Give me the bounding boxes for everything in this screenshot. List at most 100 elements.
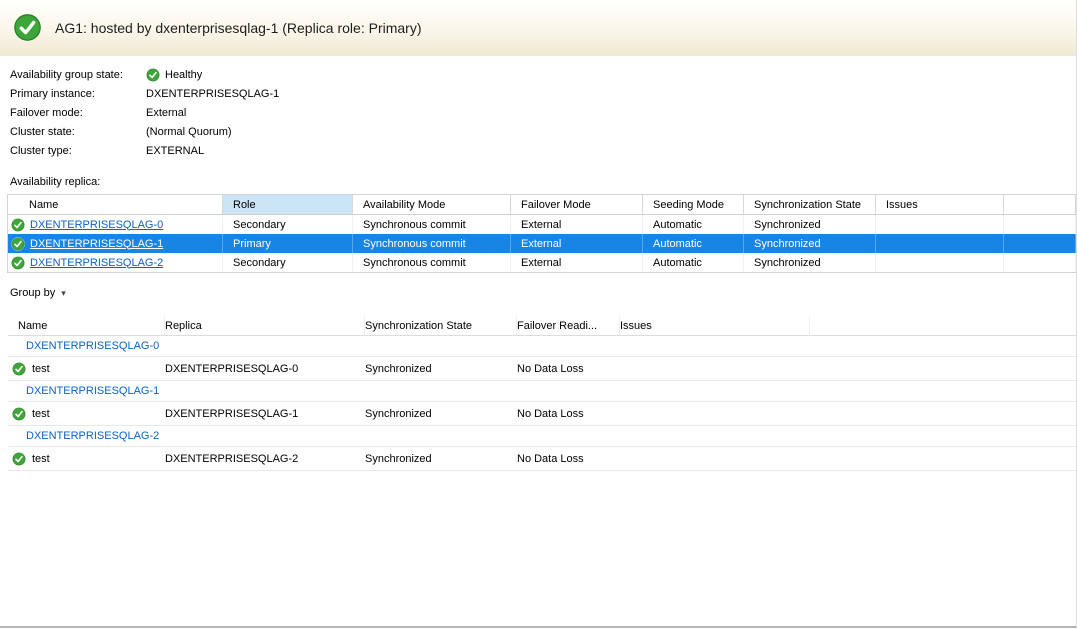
replica-name-link[interactable]: DXENTERPRISESQLAG-2	[30, 257, 163, 269]
synchronization-state-cell: Synchronized	[365, 447, 517, 471]
seeding-mode-cell: Automatic	[643, 215, 744, 234]
database-name: test	[32, 408, 50, 420]
column-header-name[interactable]: Name	[8, 316, 165, 336]
summary-panel: Availability group state: Healthy Primar…	[0, 56, 1076, 160]
group-by-label: Group by	[10, 287, 55, 299]
filler-cell	[810, 447, 1076, 471]
filler-cell	[810, 357, 1076, 381]
replica-table: Name Role Availability Mode Failover Mod…	[7, 194, 1076, 273]
summary-label: Cluster type:	[10, 145, 146, 157]
role-cell: Secondary	[223, 215, 353, 234]
column-header-seeding-mode[interactable]: Seeding Mode	[643, 195, 744, 215]
filler-cell	[1004, 253, 1076, 272]
summary-row: Failover mode: External	[10, 103, 1076, 122]
replica-cell: DXENTERPRISESQLAG-0	[165, 357, 365, 381]
table-row[interactable]: DXENTERPRISESQLAG-0 Secondary Synchronou…	[8, 215, 1076, 234]
healthy-check-icon	[11, 237, 25, 251]
filler-cell	[810, 402, 1076, 426]
column-header-synchronization-state[interactable]: Synchronization State	[744, 195, 876, 215]
failover-readiness-cell: No Data Loss	[517, 357, 620, 381]
database-table: Name Replica Synchronization State Failo…	[8, 316, 1076, 471]
healthy-status-icon	[13, 13, 42, 42]
column-header-issues[interactable]: Issues	[620, 316, 810, 336]
dashboard-header: AG1: hosted by dxenterprisesqlag-1 (Repl…	[0, 0, 1076, 56]
issues-cell	[620, 402, 810, 426]
synchronization-state-cell: Synchronized	[365, 357, 517, 381]
summary-value: (Normal Quorum)	[146, 126, 232, 138]
group-header[interactable]: DXENTERPRISESQLAG-2	[8, 426, 1076, 447]
column-header-filler	[1004, 195, 1076, 215]
availability-mode-cell: Synchronous commit	[353, 253, 511, 272]
summary-value: External	[146, 107, 186, 119]
column-header-failover-mode[interactable]: Failover Mode	[511, 195, 643, 215]
healthy-check-icon	[12, 362, 26, 376]
healthy-check-icon	[11, 256, 25, 270]
database-name: test	[32, 363, 50, 375]
replica-name-link[interactable]: DXENTERPRISESQLAG-0	[30, 219, 163, 231]
summary-value: EXTERNAL	[146, 145, 204, 157]
table-row[interactable]: test DXENTERPRISESQLAG-1 Synchronized No…	[8, 402, 1076, 426]
failover-mode-cell: External	[511, 253, 643, 272]
role-cell: Secondary	[223, 253, 353, 272]
page-title: AG1: hosted by dxenterprisesqlag-1 (Repl…	[55, 20, 422, 36]
replica-cell: DXENTERPRISESQLAG-1	[165, 402, 365, 426]
issues-cell	[620, 357, 810, 381]
summary-value: Healthy	[165, 69, 202, 81]
synchronization-state-cell: Synchronized	[365, 402, 517, 426]
column-header-role[interactable]: Role	[223, 195, 353, 215]
healthy-check-icon	[146, 68, 160, 82]
summary-label: Primary instance:	[10, 88, 146, 100]
column-header-synchronization-state[interactable]: Synchronization State	[365, 316, 517, 336]
seeding-mode-cell: Automatic	[643, 234, 744, 253]
summary-value: DXENTERPRISESQLAG-1	[146, 88, 279, 100]
issues-cell	[620, 447, 810, 471]
issues-cell	[876, 234, 1004, 253]
issues-cell	[876, 253, 1004, 272]
failover-mode-cell: External	[511, 215, 643, 234]
failover-readiness-cell: No Data Loss	[517, 447, 620, 471]
availability-mode-cell: Synchronous commit	[353, 215, 511, 234]
table-row-selected[interactable]: DXENTERPRISESQLAG-1 Primary Synchronous …	[8, 234, 1076, 253]
group-by-dropdown[interactable]: Group by ▾	[10, 287, 66, 299]
filler-cell	[1004, 215, 1076, 234]
chevron-down-icon: ▾	[61, 289, 66, 298]
synchronization-state-cell: Synchronized	[744, 253, 876, 272]
summary-label: Failover mode:	[10, 107, 146, 119]
failover-readiness-cell: No Data Loss	[517, 402, 620, 426]
summary-row: Availability group state: Healthy	[10, 65, 1076, 84]
filler-cell	[1004, 234, 1076, 253]
summary-label: Availability group state:	[10, 69, 146, 81]
table-row[interactable]: test DXENTERPRISESQLAG-0 Synchronized No…	[8, 357, 1076, 381]
summary-label: Cluster state:	[10, 126, 146, 138]
issues-cell	[876, 215, 1004, 234]
availability-mode-cell: Synchronous commit	[353, 234, 511, 253]
summary-row: Cluster type: EXTERNAL	[10, 141, 1076, 160]
synchronization-state-cell: Synchronized	[744, 215, 876, 234]
group-header[interactable]: DXENTERPRISESQLAG-1	[8, 381, 1076, 402]
availability-group-dashboard: AG1: hosted by dxenterprisesqlag-1 (Repl…	[0, 0, 1077, 628]
replica-name-link[interactable]: DXENTERPRISESQLAG-1	[30, 238, 163, 250]
column-header-filler	[810, 316, 1076, 336]
column-header-name[interactable]: Name	[8, 195, 223, 215]
table-row[interactable]: test DXENTERPRISESQLAG-2 Synchronized No…	[8, 447, 1076, 471]
database-table-header: Name Replica Synchronization State Failo…	[8, 316, 1076, 336]
availability-replica-label: Availability replica:	[10, 176, 1076, 188]
column-header-replica[interactable]: Replica	[165, 316, 365, 336]
failover-mode-cell: External	[511, 234, 643, 253]
seeding-mode-cell: Automatic	[643, 253, 744, 272]
database-name: test	[32, 453, 50, 465]
column-header-issues[interactable]: Issues	[876, 195, 1004, 215]
healthy-check-icon	[12, 452, 26, 466]
column-header-failover-readiness[interactable]: Failover Readi...	[517, 316, 620, 336]
summary-row: Cluster state: (Normal Quorum)	[10, 122, 1076, 141]
synchronization-state-cell: Synchronized	[744, 234, 876, 253]
healthy-check-icon	[11, 218, 25, 232]
replica-cell: DXENTERPRISESQLAG-2	[165, 447, 365, 471]
replica-table-header: Name Role Availability Mode Failover Mod…	[8, 195, 1076, 215]
role-cell: Primary	[223, 234, 353, 253]
column-header-availability-mode[interactable]: Availability Mode	[353, 195, 511, 215]
table-row[interactable]: DXENTERPRISESQLAG-2 Secondary Synchronou…	[8, 253, 1076, 272]
summary-row: Primary instance: DXENTERPRISESQLAG-1	[10, 84, 1076, 103]
group-header[interactable]: DXENTERPRISESQLAG-0	[8, 336, 1076, 357]
healthy-check-icon	[12, 407, 26, 421]
